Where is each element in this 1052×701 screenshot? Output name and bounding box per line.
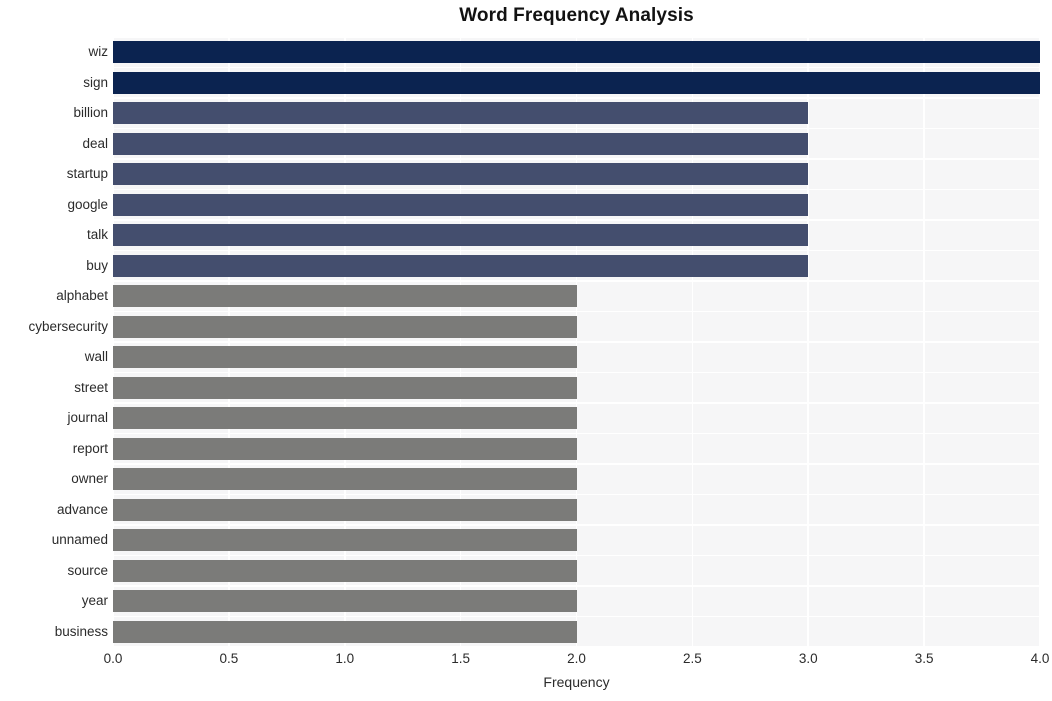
horizontal-gridline [113,341,1040,343]
bar [113,41,1040,64]
bar [113,315,577,338]
bar [113,468,577,491]
x-axis-tick-label: 2.5 [682,651,702,666]
bar [113,559,577,582]
x-axis-tick-label: 4.0 [1030,651,1050,666]
y-axis-tick-label: wall [84,349,108,365]
horizontal-gridline [113,585,1040,587]
y-axis-tick-label: source [67,562,108,578]
horizontal-gridline [113,646,1040,647]
bar [113,285,577,308]
y-axis-tick-label: google [67,196,108,212]
y-axis-tick-labels: wiz sign billion deal startup google talk buy al… [0,0,108,701]
horizontal-gridline [113,97,1040,99]
horizontal-gridline [113,371,1040,374]
bar [113,620,577,643]
horizontal-gridline [113,463,1040,465]
x-axis-tick-labels: 0.0 0.5 1.0 1.5 2.0 2.5 3.0 3.5 4.0 [0,651,1052,675]
horizontal-gridline [113,554,1040,557]
y-axis-tick-label: street [74,379,108,395]
bar [113,193,809,216]
bar [113,224,809,247]
bar [113,346,577,369]
y-axis-tick-label: talk [86,227,108,243]
horizontal-gridline [113,188,1040,191]
y-axis-tick-label: journal [67,410,108,426]
x-axis-tick-label: 3.5 [914,651,934,666]
horizontal-gridline [113,219,1040,221]
bar [113,437,577,460]
plot-area [113,37,1040,647]
bar [113,71,1040,94]
bar [113,590,577,613]
y-axis-tick-label: cybersecurity [28,318,108,334]
y-axis-tick-label: wiz [88,44,109,60]
x-axis-tick-label: 2.0 [567,651,586,666]
y-axis-tick-label: advance [56,501,108,517]
horizontal-gridline [113,249,1040,252]
horizontal-gridline [113,127,1040,130]
bar [113,498,577,521]
x-axis-tick-label: 3.0 [798,651,818,666]
bar [113,407,577,430]
bar [113,132,809,155]
y-axis-tick-label: alphabet [56,288,108,304]
y-axis-tick-label: billion [73,105,108,121]
horizontal-gridline [113,280,1040,282]
horizontal-gridline [113,524,1040,526]
y-axis-tick-label: startup [66,166,108,182]
chart-title: Word Frequency Analysis [459,5,694,26]
x-axis-tick-label: 1.0 [335,651,355,666]
horizontal-gridline [113,493,1040,496]
y-axis-tick-label: business [54,623,108,639]
x-axis-label: Frequency [543,674,610,690]
y-axis-tick-label: buy [86,257,108,273]
x-axis-tick-label: 0.5 [219,651,239,666]
y-axis-tick-label: deal [82,135,108,151]
bar [113,529,577,552]
bar [113,376,577,399]
horizontal-gridline [113,432,1040,435]
bar [113,163,809,186]
y-axis-tick-label: owner [71,471,108,487]
y-axis-tick-label: sign [83,74,108,90]
horizontal-gridline [113,158,1040,160]
y-axis-tick-label: year [81,593,108,609]
horizontal-gridline [113,615,1040,618]
horizontal-gridline [113,402,1040,404]
word-frequency-chart-figure: Word Frequency Analysis wiz sign billion de… [0,0,1052,701]
bar [113,254,809,277]
x-axis-tick-label: 0.0 [103,651,123,666]
horizontal-gridline [113,37,1040,38]
horizontal-gridline [113,66,1040,69]
bar [113,102,809,125]
horizontal-gridline [113,310,1040,313]
y-axis-tick-label: report [72,440,108,456]
y-axis-tick-label: unnamed [51,532,108,548]
x-axis-tick-label: 1.5 [451,651,471,666]
